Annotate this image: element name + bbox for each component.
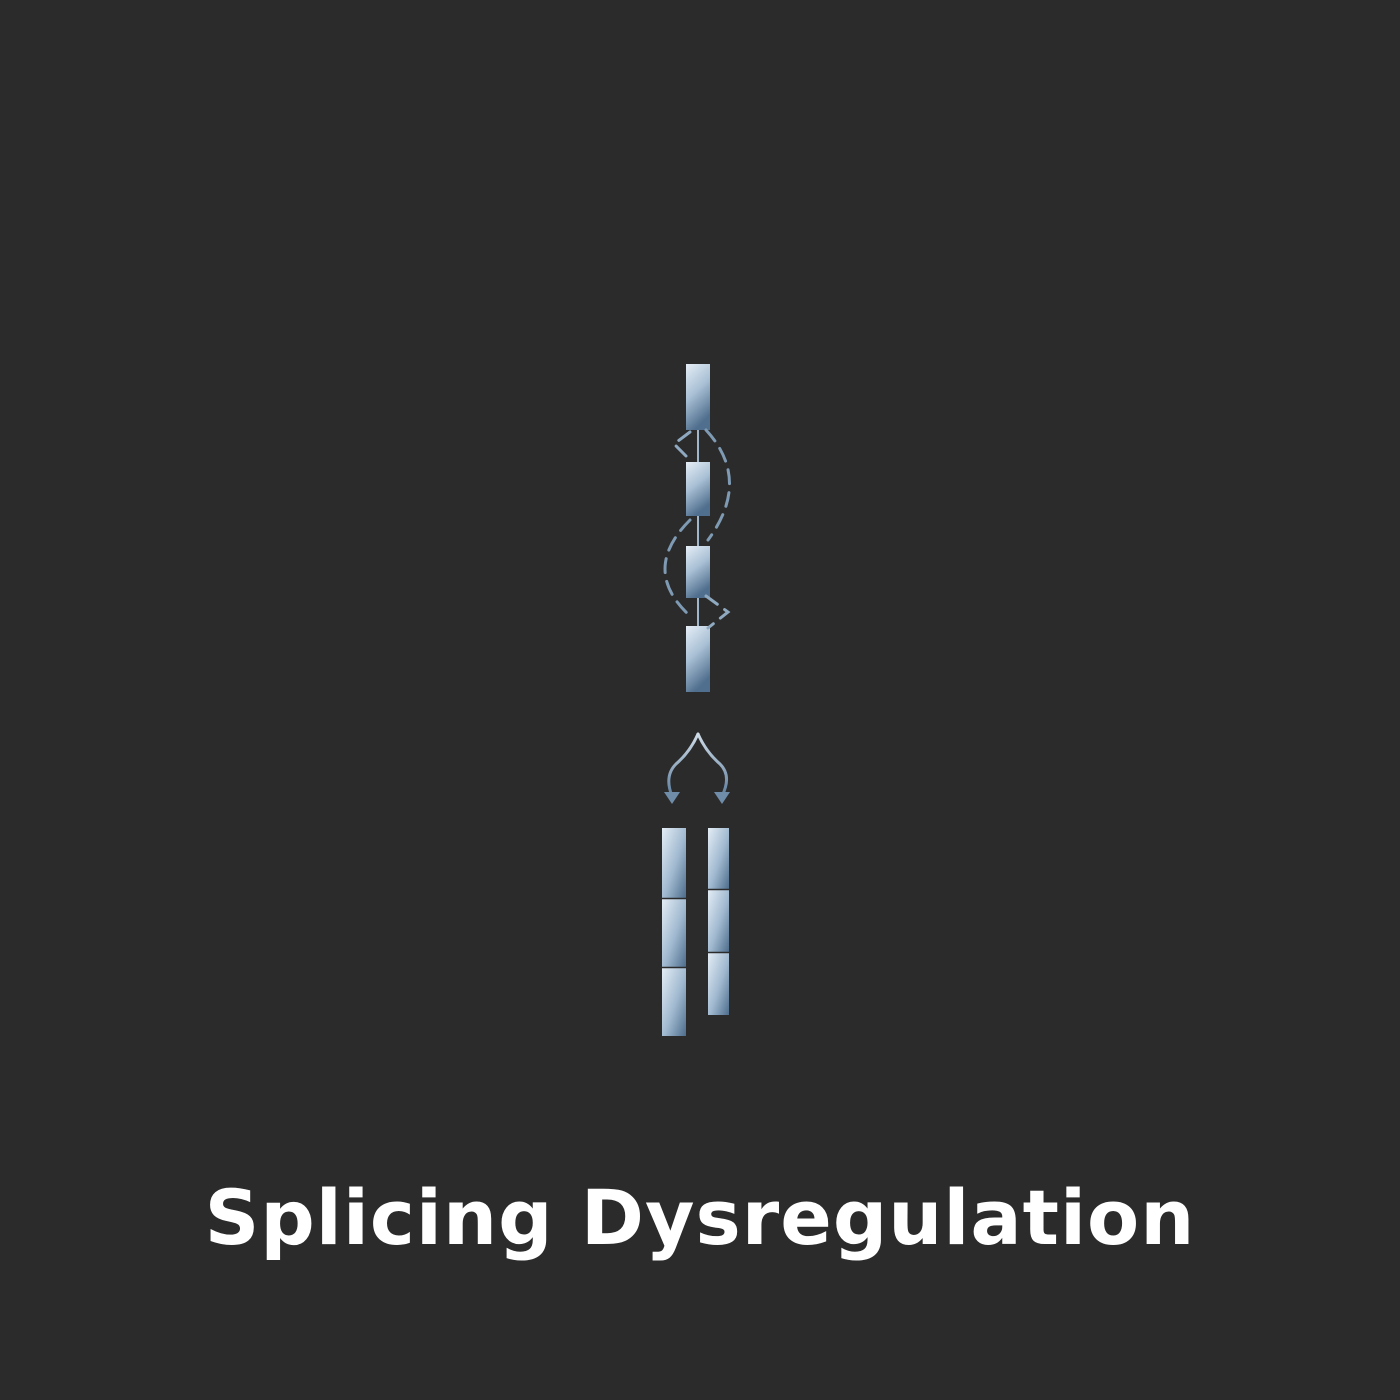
isoform-right-exon-2 [708,890,729,952]
isoform-right [708,828,729,1015]
fork-right-branch [696,732,728,798]
exon-4 [686,626,710,692]
isoform-left [662,828,686,1036]
splice-loop-right-bottom [704,594,731,630]
splicing-diagram [662,364,731,1036]
mrna-isoform-icon [662,828,729,1036]
isoform-right-exon-3 [708,953,729,1015]
exon-2 [686,462,710,516]
isoform-right-exon-1 [708,828,729,889]
canvas: Splicing Dysregulation [0,0,1400,1400]
branching-arrows-icon [664,712,730,804]
fork-left-branch [667,732,700,798]
isoform-left-exon-1 [662,828,686,898]
page-title: Splicing Dysregulation [204,1173,1196,1262]
arrowhead-right [714,792,730,804]
splice-loop-left-top [671,430,692,458]
exon-1 [686,364,710,430]
exon-3 [686,546,710,598]
isoform-left-exon-2 [662,899,686,967]
arrowhead-left [664,792,680,804]
pre-mrna-strand-icon [686,364,710,692]
isoform-left-exon-3 [662,968,686,1036]
